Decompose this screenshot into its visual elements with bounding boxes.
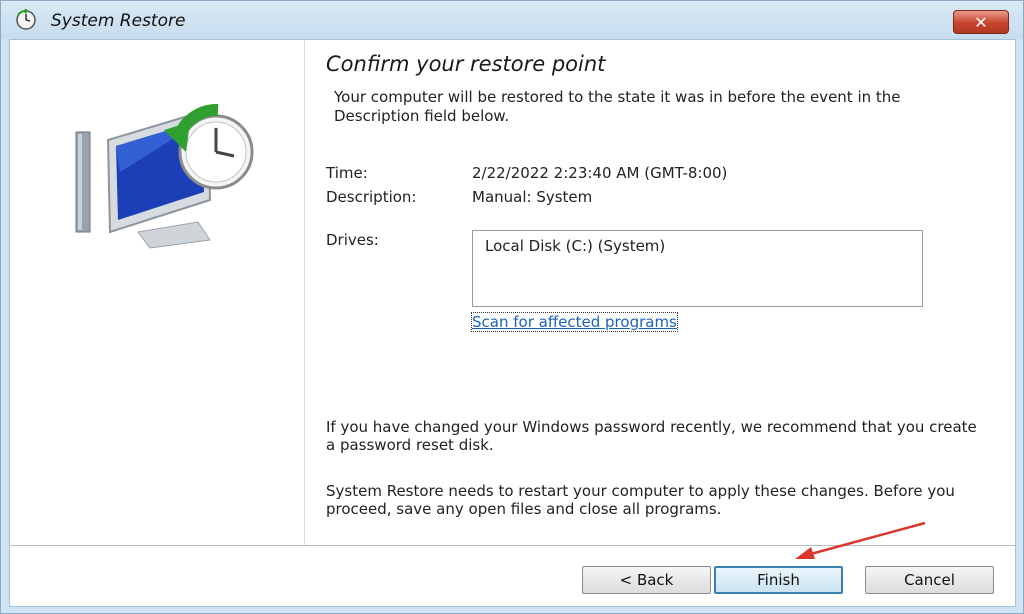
wizard-content: Confirm your restore point Your computer… bbox=[9, 39, 1016, 607]
left-pane bbox=[10, 40, 305, 545]
system-restore-window: System Restore ✕ Confirm your restore po… bbox=[0, 0, 1024, 614]
page-title: Confirm your restore point bbox=[326, 52, 606, 76]
description-value: Manual: System bbox=[472, 188, 593, 206]
scan-affected-programs-link[interactable]: Scan for affected programs bbox=[471, 312, 678, 332]
description-label: Description: bbox=[326, 188, 417, 206]
system-restore-monitor-clock-icon bbox=[75, 104, 254, 249]
close-icon: ✕ bbox=[974, 12, 988, 32]
back-button[interactable]: < Back bbox=[582, 566, 711, 594]
button-bar: < Back Finish Cancel bbox=[10, 545, 1015, 606]
drives-list[interactable]: Local Disk (C:) (System) bbox=[472, 230, 923, 307]
time-label: Time: bbox=[326, 164, 368, 182]
drives-label: Drives: bbox=[326, 231, 379, 249]
intro-text: Your computer will be restored to the st… bbox=[334, 88, 901, 125]
close-button[interactable]: ✕ bbox=[953, 10, 1009, 34]
restart-note: System Restore needs to restart your com… bbox=[326, 482, 955, 518]
title-bar[interactable]: System Restore ✕ bbox=[1, 1, 1023, 39]
finish-button[interactable]: Finish bbox=[714, 566, 843, 594]
cancel-button[interactable]: Cancel bbox=[865, 566, 994, 594]
system-restore-icon bbox=[16, 9, 36, 30]
time-value: 2/22/2022 2:23:40 AM (GMT-8:00) bbox=[472, 164, 728, 182]
password-note: If you have changed your Windows passwor… bbox=[326, 418, 977, 454]
right-pane: Confirm your restore point Your computer… bbox=[306, 40, 1015, 545]
window-title: System Restore bbox=[51, 11, 186, 31]
list-item[interactable]: Local Disk (C:) (System) bbox=[485, 237, 665, 255]
